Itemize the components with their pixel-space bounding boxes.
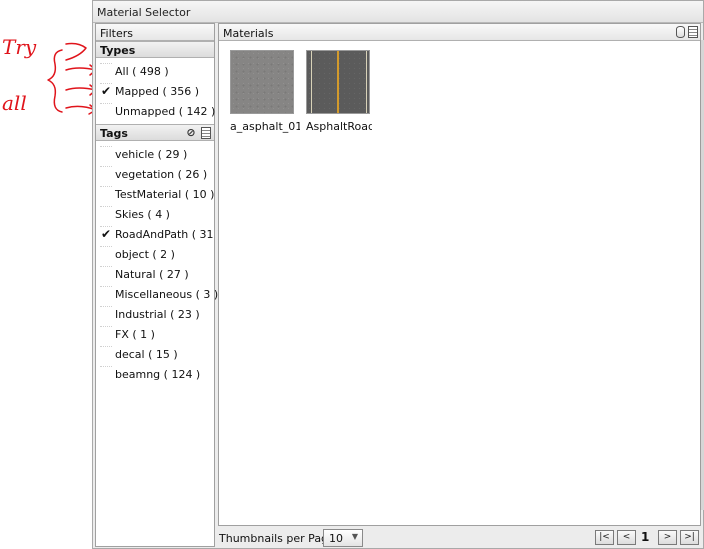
tag-item-label: FX ( 1 ): [115, 328, 155, 341]
adjacent-panel-edge: [700, 40, 704, 510]
type-item-label: Mapped ( 356 ): [115, 85, 200, 98]
row-divider: [100, 103, 112, 104]
row-divider: [100, 166, 112, 167]
row-divider: [100, 266, 112, 267]
tag-item-skies[interactable]: Skies ( 4 ): [96, 205, 214, 225]
materials-panel: Materials a_asphalt_01 AsphaltRoad_: [218, 23, 701, 526]
materials-header: Materials: [219, 24, 700, 41]
tag-item-label: TestMaterial ( 10 ): [115, 188, 215, 201]
tag-item-miscellaneous[interactable]: Miscellaneous ( 3 ): [96, 285, 218, 305]
row-divider: [100, 286, 112, 287]
tags-header: Tags ⊘: [96, 124, 214, 141]
type-item-label: All ( 498 ): [115, 65, 169, 78]
checkmark-icon: ✔: [101, 227, 112, 241]
last-page-button[interactable]: >|: [680, 530, 699, 545]
tag-item-natural[interactable]: Natural ( 27 ): [96, 265, 214, 285]
tag-item-label: vegetation ( 26 ): [115, 168, 208, 181]
tag-item-label: beamng ( 124 ): [115, 368, 201, 381]
tag-item-label: Natural ( 27 ): [115, 268, 189, 281]
first-page-button[interactable]: |<: [595, 530, 614, 545]
materials-header-label: Materials: [223, 27, 274, 40]
row-divider: [100, 206, 112, 207]
tag-item-fx[interactable]: FX ( 1 ): [96, 325, 214, 345]
annotation-text-try: Try: [2, 35, 37, 59]
tag-item-label: decal ( 15 ): [115, 348, 178, 361]
type-item-unmapped[interactable]: Unmapped ( 142 ): [96, 102, 216, 122]
tag-item-label: vehicle ( 29 ): [115, 148, 188, 161]
annotation-text-all: all: [2, 91, 27, 115]
row-divider: [100, 246, 112, 247]
row-divider: [100, 186, 112, 187]
tag-item-decal[interactable]: decal ( 15 ): [96, 345, 214, 365]
types-list: All ( 498 ) ✔ Mapped ( 356 ) Unmapped ( …: [96, 58, 216, 122]
thumbnails-per-page-label: Thumbnails per Page:: [219, 532, 339, 545]
tag-item-testmaterial[interactable]: TestMaterial ( 10 ): [96, 185, 214, 205]
database-icon[interactable]: [676, 26, 685, 38]
tag-item-vehicle[interactable]: vehicle ( 29 ): [96, 145, 214, 165]
tag-item-roadandpath[interactable]: ✔ RoadAndPath ( 31 ): [96, 225, 221, 245]
row-divider: [100, 306, 112, 307]
tag-item-beamng[interactable]: beamng ( 124 ): [96, 365, 214, 385]
row-divider: [100, 326, 112, 327]
page-number: 1: [641, 530, 650, 544]
list-icon[interactable]: [200, 126, 212, 139]
pagination-bar: Thumbnails per Page: 10 ▼ |< < 1 > >|: [218, 528, 701, 548]
tag-item-label: Skies ( 4 ): [115, 208, 170, 221]
material-name: AsphaltRoad_: [306, 120, 372, 133]
filters-panel: Filters Types All ( 498 ) ✔ Mapped ( 356…: [95, 23, 221, 547]
tag-item-label: RoadAndPath ( 31 ): [115, 228, 222, 241]
thumbnails-per-page-value: 10: [329, 532, 343, 545]
row-divider: [100, 366, 112, 367]
list-icon[interactable]: [688, 26, 698, 38]
tag-item-label: Miscellaneous ( 3 ): [115, 288, 219, 301]
tags-header-label: Tags: [100, 127, 128, 140]
row-divider: [100, 146, 112, 147]
type-item-mapped[interactable]: ✔ Mapped ( 356 ): [96, 82, 214, 102]
row-divider: [100, 346, 112, 347]
tags-list: vehicle ( 29 ) vegetation ( 26 ) TestMat…: [96, 141, 221, 385]
handwritten-annotation: Try all: [2, 35, 97, 115]
material-name: a_asphalt_01: [230, 120, 300, 133]
prev-page-button[interactable]: <: [617, 530, 636, 545]
material-thumbnail-asphalt[interactable]: [230, 50, 294, 114]
tag-item-object[interactable]: object ( 2 ): [96, 245, 214, 265]
next-page-button[interactable]: >: [658, 530, 677, 545]
types-header: Types: [96, 41, 214, 58]
type-item-label: Unmapped ( 142 ): [115, 105, 216, 118]
tag-item-label: Industrial ( 23 ): [115, 308, 200, 321]
row-divider: [100, 63, 112, 64]
thumbnails-per-page-select[interactable]: 10 ▼: [323, 529, 363, 547]
clear-filter-icon[interactable]: ⊘: [185, 126, 197, 139]
tag-item-vegetation[interactable]: vegetation ( 26 ): [96, 165, 214, 185]
chevron-down-icon: ▼: [351, 532, 358, 541]
material-thumbnail-asphalt-road[interactable]: [306, 50, 370, 114]
checkmark-icon: ✔: [101, 84, 112, 98]
type-item-all[interactable]: All ( 498 ): [96, 62, 214, 82]
tag-item-industrial[interactable]: Industrial ( 23 ): [96, 305, 214, 325]
types-header-label: Types: [100, 44, 136, 57]
filters-header: Filters: [96, 24, 214, 41]
window-title: Material Selector: [93, 1, 703, 23]
tag-item-label: object ( 2 ): [115, 248, 175, 261]
material-selector-window: Material Selector Filters Types All ( 49…: [92, 0, 704, 549]
